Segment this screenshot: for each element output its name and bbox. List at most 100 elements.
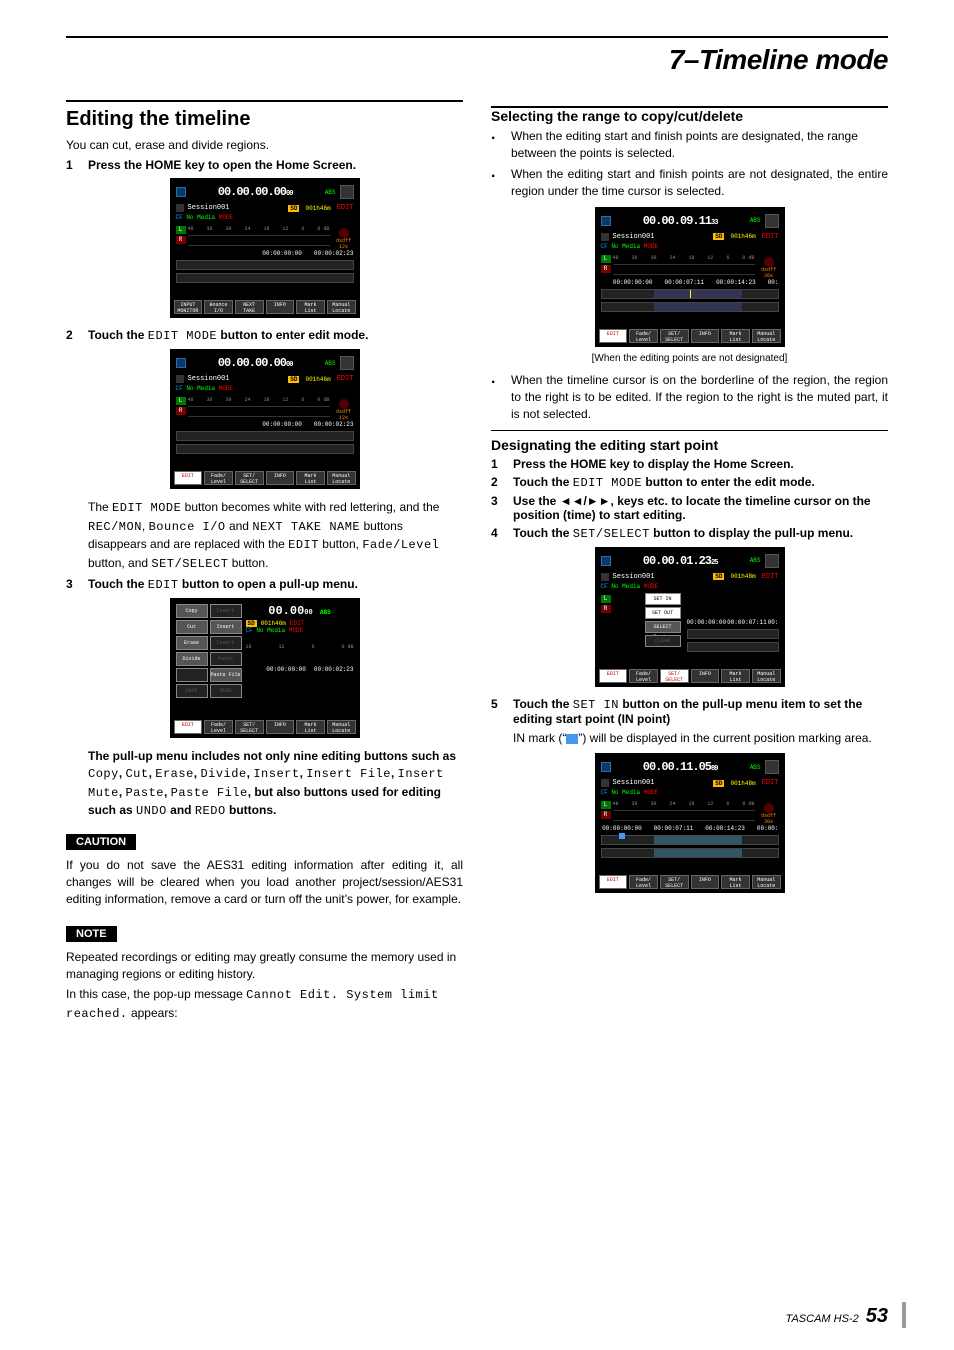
cf-icon <box>601 216 611 226</box>
footer-bar <box>902 1302 906 1328</box>
btn-manual-locate[interactable]: Manual Locate <box>752 875 781 889</box>
btn-fade-level[interactable]: Fade/ Level <box>629 669 658 683</box>
btn-edit[interactable]: EDIT <box>599 329 628 343</box>
menu-erase[interactable]: Erase <box>176 636 208 650</box>
step-text: Touch the EDIT MODE button to enter edit… <box>88 328 463 343</box>
btn-manual-locate[interactable]: Manual Locate <box>752 329 781 343</box>
btn-info[interactable]: INFO <box>691 875 720 889</box>
meter-r: R <box>176 407 186 415</box>
menu-copy[interactable]: Copy <box>176 604 208 618</box>
menu-divide[interactable]: Divide <box>176 652 208 666</box>
mode-label: MODE <box>219 214 233 221</box>
btn-info[interactable]: INFO <box>266 300 295 314</box>
btn-mark-list[interactable]: Mark List <box>296 300 325 314</box>
step-number: 3 <box>66 577 80 592</box>
menu-set-in[interactable]: SET IN <box>645 593 681 605</box>
btn-edit[interactable]: EDIT <box>599 669 628 683</box>
btn-mark-list[interactable]: Mark List <box>721 669 750 683</box>
in-mark-icon <box>566 734 578 744</box>
btn-set-select[interactable]: SET/ SELECT <box>660 669 689 683</box>
swr-icon <box>340 356 354 370</box>
rec-circle-icon <box>339 399 349 409</box>
btn-mark-list[interactable]: Mark List <box>721 875 750 889</box>
step-3: 3 Touch the EDIT button to open a pull-u… <box>66 577 463 592</box>
footer-product: TASCAM HS-2 <box>786 1313 859 1325</box>
btn-fade-level[interactable]: Fade/ Level <box>204 471 233 485</box>
bullet-text: When the timeline cursor is on the borde… <box>511 372 888 424</box>
menu-blank <box>176 668 208 682</box>
editmode-paragraph: The EDIT MODE button becomes white with … <box>88 499 463 573</box>
bullet-text: When the editing start and finish points… <box>511 166 888 201</box>
step-2: 2 Touch the EDIT MODE button to enter ed… <box>66 328 463 343</box>
right-column: Selecting the range to copy/cut/delete .… <box>491 100 888 1026</box>
btn-bounce-io[interactable]: Bounce I/O <box>204 300 233 314</box>
rstep-4: 4 Touch the SET/SELECT button to display… <box>491 526 888 541</box>
btn-info[interactable]: INFO <box>266 471 295 485</box>
step-1: 1 Press the HOME key to open the Home Sc… <box>66 158 463 172</box>
section-select-range: Selecting the range to copy/cut/delete <box>491 106 888 124</box>
rec-circle-icon <box>764 257 774 267</box>
btn-set-select[interactable]: SET/ SELECT <box>660 329 689 343</box>
screenshot-set-select-pullup: 00.00.01.2325 ABS Session001 SD 001h48m … <box>595 547 785 687</box>
bullet-text: When the editing start and finish points… <box>511 128 888 163</box>
menu-set-out[interactable]: SET OUT <box>645 607 681 619</box>
swr-icon <box>340 185 354 199</box>
btn-manual-locate[interactable]: Manual Locate <box>327 300 356 314</box>
step-number: 1 <box>66 158 80 172</box>
btn-manual-locate[interactable]: Manual Locate <box>752 669 781 683</box>
menu-insert[interactable]: Insert <box>210 604 242 618</box>
btn-info[interactable]: INFO <box>266 720 295 734</box>
menu-paste[interactable]: Paste <box>210 652 242 666</box>
btn-manual-locate[interactable]: Manual Locate <box>327 720 356 734</box>
menu-paste-file[interactable]: Paste File <box>210 668 242 682</box>
btn-set-select[interactable]: SET/ SELECT <box>235 720 264 734</box>
lock-icon <box>176 204 184 212</box>
menu-clear[interactable]: CLEAR <box>645 635 681 647</box>
menu-cut[interactable]: Cut <box>176 620 208 634</box>
timecode: 00.00.11.0589 <box>615 760 746 774</box>
session-name: Session001 <box>188 375 230 383</box>
lock-icon <box>601 573 609 581</box>
lock-icon <box>601 779 609 787</box>
section-designate-start: Designating the editing start point <box>491 430 888 453</box>
cf-icon <box>176 187 186 197</box>
edit-flag: EDIT <box>337 375 354 383</box>
btn-fade-level[interactable]: Fade/ Level <box>204 720 233 734</box>
abs-label: ABS <box>325 189 336 196</box>
btn-fade-level[interactable]: Fade/ Level <box>629 329 658 343</box>
swr-icon <box>765 760 779 774</box>
menu-undo[interactable]: UNDO <box>176 684 208 698</box>
btn-edit[interactable]: EDIT <box>599 875 628 889</box>
rec-circle-icon <box>764 803 774 813</box>
bullet-dot: . <box>491 166 503 201</box>
btn-mark-list[interactable]: Mark List <box>296 471 325 485</box>
btn-set-select[interactable]: SET/ SELECT <box>660 875 689 889</box>
btn-mark-list[interactable]: Mark List <box>721 329 750 343</box>
btn-info[interactable]: INFO <box>691 669 720 683</box>
menu-select-region[interactable]: SELECT Region <box>645 621 681 633</box>
lock-icon <box>176 375 184 383</box>
rstep-1: 1 Press the HOME key to display the Home… <box>491 457 888 471</box>
menu-insert-file[interactable]: Insert File <box>210 620 242 634</box>
footer: TASCAM HS-2 53 <box>786 1305 888 1328</box>
btn-input-monitor[interactable]: INPUT MONITOR <box>174 300 203 314</box>
btn-next-take-name[interactable]: NEXT TAKE NAME <box>235 300 264 314</box>
btn-fade-level[interactable]: Fade/ Level <box>629 875 658 889</box>
time-1: 00:00:00:00 <box>262 250 302 258</box>
note-label: NOTE <box>66 926 117 942</box>
btn-manual-locate[interactable]: Manual Locate <box>327 471 356 485</box>
transport-keys-icon: ◄◄/►► <box>560 494 611 508</box>
abs-label: ABS <box>325 360 336 367</box>
menu-insert-mute[interactable]: Insert Mute <box>210 636 242 650</box>
btn-set-select[interactable]: SET/ SELECT <box>235 471 264 485</box>
screenshot-edit-pullup: Copy Cut Erase Divide UNDO Insert Insert… <box>170 598 360 738</box>
btn-edit[interactable]: EDIT <box>174 471 203 485</box>
menu-redo[interactable]: REDO <box>210 684 242 698</box>
no-media: No Media <box>186 214 215 221</box>
pullup-paragraph: The pull-up menu includes not only nine … <box>88 748 463 821</box>
btn-mark-list[interactable]: Mark List <box>296 720 325 734</box>
btn-info[interactable]: INFO <box>691 329 720 343</box>
bullet-3: . When the timeline cursor is on the bor… <box>491 372 888 424</box>
btn-edit[interactable]: EDIT <box>174 720 203 734</box>
intro-text: You can cut, erase and divide regions. <box>66 137 463 154</box>
